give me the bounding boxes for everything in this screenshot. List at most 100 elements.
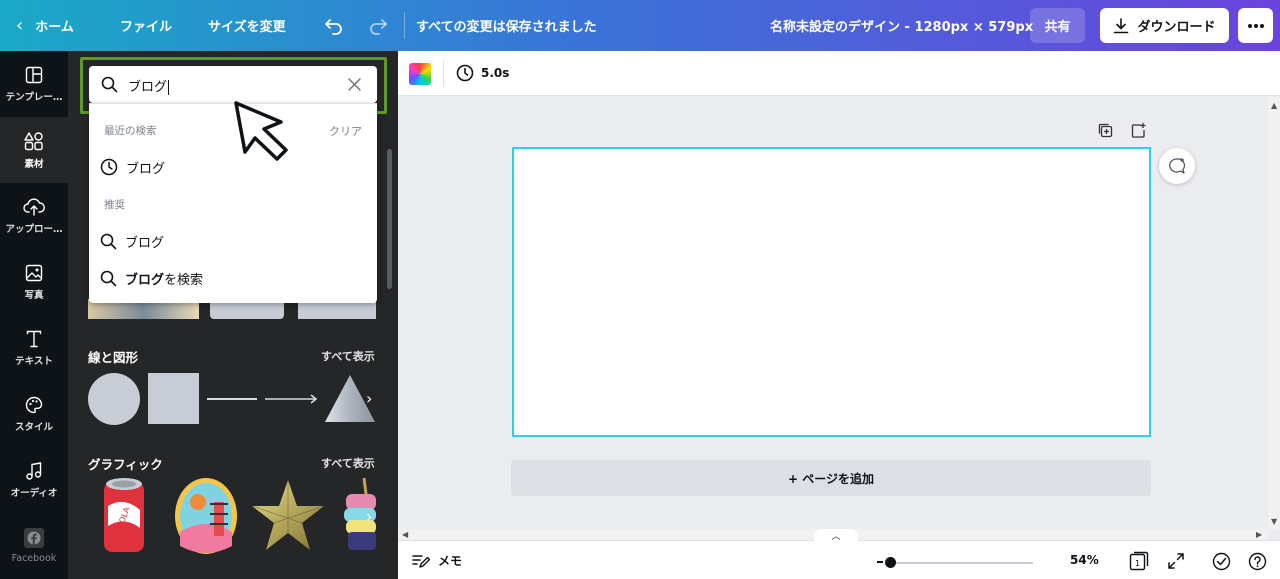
pagoda-badge-graphic[interactable] [174, 476, 238, 556]
help-button[interactable] [1247, 551, 1267, 571]
circle-shape[interactable] [88, 373, 140, 425]
rail-label: テンプレー… [5, 91, 63, 103]
suggestions-header: 推奨 [104, 199, 125, 211]
notes-button[interactable]: メモ [412, 552, 462, 569]
rail-label: Facebook [11, 553, 57, 564]
download-button[interactable]: ダウンロード [1100, 8, 1229, 43]
bottom-bar: ︿ メモ 54% 1 [398, 529, 1280, 579]
redo-icon [370, 18, 387, 35]
chevron-right-icon[interactable]: › [366, 389, 372, 408]
more-options-button[interactable] [1238, 8, 1273, 43]
more-icon [1247, 23, 1264, 28]
scroll-right-icon[interactable]: ▶ [1256, 530, 1262, 539]
rail-item-elements[interactable]: 素材 [0, 117, 68, 183]
rail-item-templates[interactable]: テンプレー… [0, 51, 68, 117]
zoom-out-icon[interactable] [877, 561, 883, 563]
line-shape[interactable] [207, 398, 257, 400]
mouse-cursor-icon [234, 101, 288, 161]
clock-icon [100, 158, 118, 176]
recent-search-item[interactable]: ブログ [100, 154, 165, 180]
top-bar: ‹ ホーム ファイル サイズを変更 すべての変更は保存されました 名称未設定のデ… [0, 0, 1280, 51]
scroll-down-icon[interactable]: ▼ [1271, 517, 1277, 526]
add-comment-button[interactable] [1159, 148, 1195, 184]
page-count: 1 [1135, 559, 1140, 568]
section-title-graphics: グラフィック [88, 457, 163, 472]
comment-icon [1169, 158, 1186, 174]
rail-item-styles[interactable]: スタイル [0, 381, 68, 447]
design-page[interactable] [512, 147, 1151, 437]
recent-searches-header: 最近の検索 [104, 125, 157, 137]
section-title-lines-shapes: 線と図形 [88, 350, 139, 365]
chevron-right-icon[interactable]: › [366, 507, 372, 526]
search-query: ブログ [128, 80, 168, 95]
zoom-slider[interactable] [885, 562, 1033, 564]
file-menu-button[interactable]: ファイル [120, 0, 172, 51]
design-title[interactable]: 名称未設定のデザイン - 1280px × 579px [770, 0, 1033, 51]
left-rail: テンプレー… 素材 アップロー… 写真 テキスト スタイル オーディオ Face… [0, 51, 68, 579]
scroll-up-icon[interactable]: ▲ [1271, 101, 1277, 110]
expand-pages-button[interactable]: ︿ [814, 529, 858, 543]
search-query-wrap: ブログ [128, 76, 170, 95]
home-button[interactable]: ‹ ホーム [16, 0, 74, 51]
search-icon [101, 76, 118, 93]
page-count-button[interactable]: 1 [1129, 551, 1149, 571]
rail-item-audio[interactable]: オーディオ [0, 447, 68, 513]
save-status: すべての変更は保存されました [416, 20, 597, 35]
add-page-button[interactable]: + ページを追加 [511, 460, 1151, 496]
duplicate-page-icon[interactable] [1097, 122, 1114, 139]
zoom-slider-handle[interactable] [885, 557, 896, 568]
duration-value: 5.0s [481, 66, 510, 80]
notes-label: メモ [438, 554, 463, 568]
photo-icon [25, 264, 43, 281]
redo-button[interactable] [368, 0, 388, 51]
see-all-shapes-link[interactable]: すべて表示 [321, 348, 375, 364]
resize-button[interactable]: サイズを変更 [208, 0, 286, 51]
rail-item-uploads[interactable]: アップロー… [0, 183, 68, 249]
add-page-icon[interactable] [1130, 122, 1147, 139]
star-graphic[interactable] [250, 476, 326, 556]
arrow-shape[interactable] [265, 392, 319, 406]
upload-icon [23, 197, 45, 216]
background-color-button[interactable] [409, 63, 431, 85]
download-icon [1114, 17, 1129, 33]
search-for-term: ブログ [125, 272, 165, 288]
download-label: ダウンロード [1137, 20, 1216, 35]
rail-item-facebook[interactable]: Facebook [0, 513, 68, 579]
square-shape[interactable] [148, 373, 199, 424]
palette-icon [25, 396, 43, 413]
toolbar-divider [443, 61, 444, 87]
suggestion-item[interactable]: ブログ [100, 228, 164, 254]
close-icon[interactable] [348, 78, 361, 91]
share-button[interactable]: 共有 [1030, 8, 1085, 43]
suggestion-label: ブログ [125, 235, 165, 251]
elements-icon [24, 131, 43, 150]
text-icon [26, 330, 42, 347]
zoom-level[interactable]: 54% [1070, 553, 1099, 567]
panel-scrollbar[interactable] [387, 149, 392, 289]
scroll-left-icon[interactable]: ◀ [402, 530, 408, 539]
rail-item-text[interactable]: テキスト [0, 315, 68, 381]
rail-item-photos[interactable]: 写真 [0, 249, 68, 315]
rail-label: スタイル [14, 421, 53, 433]
clear-history-button[interactable]: クリア [329, 123, 362, 139]
home-label: ホーム [35, 20, 74, 35]
check-button[interactable] [1211, 551, 1231, 571]
rail-label: 写真 [24, 289, 44, 301]
help-icon [1248, 552, 1266, 570]
chevron-up-icon: ︿ [831, 532, 841, 542]
duration-button[interactable]: 5.0s [456, 64, 509, 82]
template-icon [25, 66, 43, 83]
chevron-left-icon: ‹ [16, 15, 24, 36]
check-circle-icon [1212, 552, 1230, 570]
undo-button[interactable] [324, 0, 344, 51]
search-input[interactable]: ブログ [89, 66, 377, 103]
rail-label: テキスト [15, 355, 53, 367]
search-icon [100, 233, 117, 249]
cola-can-graphic[interactable]: COLA [100, 476, 148, 556]
fullscreen-button[interactable] [1166, 551, 1186, 571]
search-for-item[interactable]: ブログを検索 [100, 265, 203, 291]
see-all-graphics-link[interactable]: すべて表示 [321, 455, 375, 471]
recent-search-label: ブログ [126, 161, 166, 177]
vertical-scrollbar[interactable]: ▲ ▼ [1268, 97, 1280, 529]
rail-label: アップロー… [5, 223, 63, 235]
